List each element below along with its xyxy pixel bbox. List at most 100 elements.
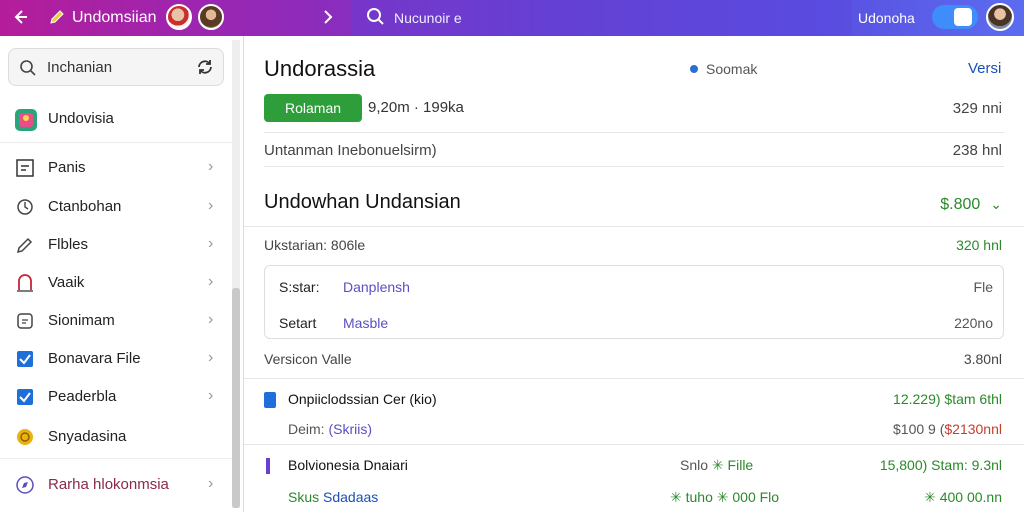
chevron-right-icon: ›	[208, 349, 214, 366]
info-text: Ukstarian: 806le	[264, 237, 366, 253]
search-input[interactable]: Nucunoir e	[394, 9, 462, 27]
card-right: 220no	[954, 315, 993, 331]
app-icon	[14, 108, 37, 131]
sidebar-item-rarha[interactable]: Rarha hlokonmsia ›	[0, 470, 232, 500]
version-value: 3.80nl	[963, 351, 1002, 367]
subtitle: Untanman Inebonuelsirm)	[264, 142, 437, 159]
info-value: 320 hnl	[956, 237, 1002, 253]
row-meta: Snlo ✳ Fille	[680, 456, 753, 474]
sidebar-item-label: Vaaik	[48, 274, 85, 291]
card-value[interactable]: Masble	[343, 314, 388, 332]
user-avatar[interactable]	[166, 4, 192, 30]
row-amount-secondary: $100 9 ($2130nnl	[893, 420, 1002, 438]
magnet-icon	[14, 272, 36, 294]
row-amount-secondary: ✳ 400 00.nn	[924, 489, 1002, 505]
sidebar-item-ctanbohan[interactable]: Ctanbohan ›	[0, 192, 232, 222]
user-name[interactable]: Udonoha	[858, 9, 915, 27]
row-amount-a: $100 9 (	[893, 421, 945, 437]
chevron-right-icon: ›	[208, 235, 214, 252]
sidebar-search[interactable]: Inchanian	[8, 48, 224, 86]
row-sub-value: (Skriis)	[328, 421, 372, 437]
square-icon	[14, 157, 36, 179]
summary-value: 329 nni	[952, 100, 1002, 117]
row-marker	[266, 458, 270, 474]
app-title: Undomsiian	[72, 9, 157, 26]
status-text: Soomak	[706, 61, 758, 77]
chevron-right-icon: ›	[208, 197, 214, 214]
pencil-icon[interactable]	[48, 8, 66, 26]
subtitle-value: 238 hnl	[952, 142, 1002, 159]
card-value[interactable]: Danplensh	[343, 278, 410, 296]
sidebar-item-label: Peaderbla	[48, 388, 117, 405]
top-bar: Undomsiian Nucunoir e Udonoha	[0, 0, 1024, 36]
section-value-text: $.800	[940, 196, 981, 213]
status-indicator: Soomak	[690, 60, 757, 78]
sidebar: Inchanian Undovisia Panis › Ctanbohan › …	[0, 36, 244, 512]
sidebar-item-snyadasina[interactable]: Snyadasina	[0, 422, 232, 452]
note-icon	[14, 310, 36, 332]
arrow-left-icon[interactable]	[10, 7, 30, 27]
row-title: Onpiiclodssian Cer (kio)	[288, 391, 437, 407]
top-bar-left: Undomsiian	[0, 0, 352, 36]
sidebar-item-label: Rarha hlokonmsia	[48, 476, 169, 493]
sidebar-item-label: Bonavara File	[48, 350, 141, 367]
sidebar-scrollbar[interactable]	[232, 40, 240, 508]
sidebar-item-peaderbla[interactable]: Peaderbla ›	[0, 382, 232, 412]
range-text: 9,20m · 199ka	[368, 99, 464, 116]
sidebar-divider	[0, 142, 232, 143]
sidebar-item-undovisia[interactable]: Undovisia	[0, 104, 232, 134]
divider	[244, 378, 1024, 379]
main-panel: Undorassia Soomak Versi Rolaman 9,20m · …	[244, 36, 1024, 512]
sidebar-item-label: Sionimam	[48, 312, 115, 329]
toggle-knob	[954, 8, 972, 26]
refresh-icon[interactable]	[195, 57, 215, 77]
user-avatar[interactable]	[198, 4, 224, 30]
row-meta-b: ✳ Fille	[711, 457, 754, 473]
section-title: Undowhan Undansian	[264, 191, 461, 213]
chevron-down-icon[interactable]: ⌄	[990, 194, 1002, 214]
sidebar-item-panis[interactable]: Panis ›	[0, 153, 232, 183]
scrollbar-thumb[interactable]	[232, 288, 240, 508]
badge-icon	[14, 196, 36, 218]
row-sub-label: Deim:	[288, 421, 325, 437]
sidebar-item-vaaik[interactable]: Vaaik ›	[0, 268, 232, 298]
pencil-icon	[14, 234, 36, 256]
row-meta-secondary: ✳ tuho ✳ 000 Flo	[670, 489, 780, 505]
compass-icon	[14, 474, 36, 496]
card-key: Setart	[279, 315, 317, 331]
sidebar-item-label: Flbles	[48, 236, 89, 253]
row-subtitle: Skus Sdadaas	[288, 488, 378, 506]
checkbox-icon	[14, 348, 36, 370]
checkbox-icon[interactable]	[264, 392, 276, 408]
version-link[interactable]: Versi	[968, 60, 1001, 78]
chevron-right-icon: ›	[208, 158, 214, 175]
profile-avatar[interactable]	[986, 3, 1014, 31]
page-title: Undorassia	[264, 56, 376, 81]
card-key: S:star:	[279, 279, 320, 295]
row-amount: 12.229) $tam 6thl	[893, 391, 1002, 407]
details-card: S:star: Danplensh Fle Setart Masble 220n…	[264, 265, 1004, 339]
sidebar-item-sionimam[interactable]: Sionimam ›	[0, 306, 232, 336]
divider	[244, 444, 1024, 445]
divider	[264, 132, 1004, 133]
row-amount: 15,800) Stam: 9.3nl	[879, 457, 1002, 473]
search-icon	[19, 59, 37, 77]
mode-toggle[interactable]	[932, 5, 978, 29]
sidebar-item-files[interactable]: Flbles ›	[0, 230, 232, 260]
row-sub-value: Sdadaas	[323, 489, 379, 505]
section-value[interactable]: $.800 ⌄	[940, 194, 1002, 215]
sidebar-search-input[interactable]: Inchanian	[47, 59, 112, 77]
sidebar-item-label: Snyadasina	[48, 428, 127, 445]
row-sub-label: Skus	[288, 489, 320, 505]
version-label: Versicon Valle	[264, 351, 352, 367]
sidebar-divider	[0, 458, 232, 459]
row-amount-b: $2130nnl	[944, 421, 1002, 437]
status-dot-icon	[690, 65, 698, 73]
sidebar-item-bonavara-file[interactable]: Bonavara File ›	[0, 344, 232, 374]
chevron-right-icon[interactable]	[318, 6, 338, 33]
chevron-right-icon: ›	[208, 475, 214, 492]
row-meta-a: Snlo	[680, 457, 709, 473]
primary-button[interactable]: Rolaman	[264, 94, 362, 122]
divider	[244, 226, 1024, 227]
top-search[interactable]: Nucunoir e	[352, 0, 852, 36]
